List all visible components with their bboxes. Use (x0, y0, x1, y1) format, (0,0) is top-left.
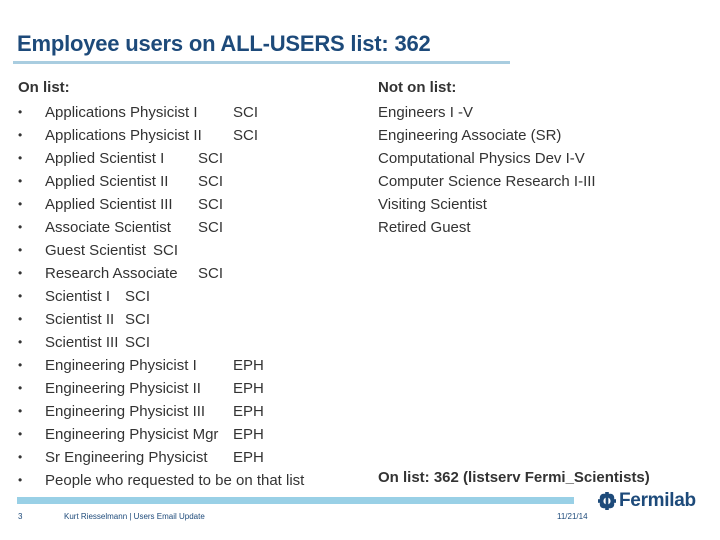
bullet-icon: • (18, 312, 23, 326)
footer-divider (17, 497, 574, 504)
position-code: EPH (233, 426, 264, 443)
title-divider (13, 61, 510, 64)
position-title: Scientist II (45, 311, 115, 328)
position-code: SCI (198, 219, 224, 236)
on-list-heading: On list: (18, 79, 70, 96)
position-title: Applied Scientist III (45, 196, 173, 213)
position-code: SCI (198, 265, 224, 282)
bullet-icon: • (18, 473, 23, 487)
bullet-icon: • (18, 427, 23, 441)
bullet-icon: • (18, 450, 23, 464)
position-code: EPH (233, 403, 264, 420)
position-code: SCI (233, 104, 259, 121)
position-code: EPH (233, 357, 264, 374)
position-title: Engineering Physicist Mgr (45, 426, 219, 443)
position-title: Engineering Physicist I (45, 357, 197, 374)
bullet-icon: • (18, 151, 23, 165)
position-title: Associate Scientist (45, 219, 171, 236)
summary-text: On list: 362 (listserv Fermi_Scientists) (378, 469, 650, 486)
footer-date: 11/21/14 (557, 512, 588, 521)
bullet-icon: • (18, 381, 23, 395)
position-title: Engineering Physicist II (45, 380, 201, 397)
bullet-icon: • (18, 197, 23, 211)
position-title: Guest Scientist (45, 242, 146, 259)
position-code: SCI (198, 173, 224, 190)
not-on-list-item: Visiting Scientist (378, 196, 487, 213)
not-on-list: Engineers I -V Engineering Associate (SR)… (378, 101, 596, 239)
footer-text: Kurt Riesselmann | Users Email Update (64, 512, 205, 521)
slide-title: Employee users on ALL-USERS list: 362 (17, 31, 431, 56)
position-title: Scientist III (45, 334, 119, 351)
position-code: SCI (125, 311, 151, 328)
bullet-icon: • (18, 128, 23, 142)
position-title: Applications Physicist II (45, 127, 202, 144)
bullet-icon: • (18, 220, 23, 234)
position-title: Scientist I (45, 288, 111, 305)
position-code: EPH (233, 449, 264, 466)
position-title: Engineering Physicist III (45, 403, 206, 420)
bullet-icon: • (18, 289, 23, 303)
bullet-icon: • (18, 174, 23, 188)
not-on-list-item: Engineers I -V (378, 104, 474, 121)
position-title: Applied Scientist II (45, 173, 169, 190)
logo-text: Fermilab (619, 490, 696, 511)
bullet-icon: • (18, 266, 23, 280)
bullet-icon: • (18, 335, 23, 349)
bullet-icon: • (18, 105, 23, 119)
position-title: Applied Scientist I (45, 150, 165, 167)
page-number: 3 (18, 512, 23, 521)
position-code: SCI (153, 242, 179, 259)
position-code: SCI (125, 288, 151, 305)
bullet-icon: • (18, 404, 23, 418)
bullet-icon: • (18, 358, 23, 372)
fermilab-logo: Fermilab (598, 490, 696, 512)
position-title: Sr Engineering Physicist (45, 449, 208, 466)
not-on-list-item: Computational Physics Dev I-V (378, 150, 585, 167)
not-on-list-heading: Not on list: (378, 79, 457, 96)
position-code: SCI (233, 127, 259, 144)
position-code: SCI (198, 196, 224, 213)
position-title: Applications Physicist I (45, 104, 198, 121)
position-code: SCI (198, 150, 224, 167)
position-code: SCI (125, 334, 151, 351)
position-code: EPH (233, 380, 264, 397)
position-title: People who requested to be on that list (45, 472, 305, 489)
position-title: Research Associate (45, 265, 178, 282)
not-on-list-item: Computer Science Research I-III (378, 173, 596, 190)
not-on-list-item: Retired Guest (378, 219, 471, 236)
not-on-list-item: Engineering Associate (SR) (378, 127, 562, 144)
bullet-icon: • (18, 243, 23, 257)
fermilab-logo-icon (598, 492, 616, 510)
